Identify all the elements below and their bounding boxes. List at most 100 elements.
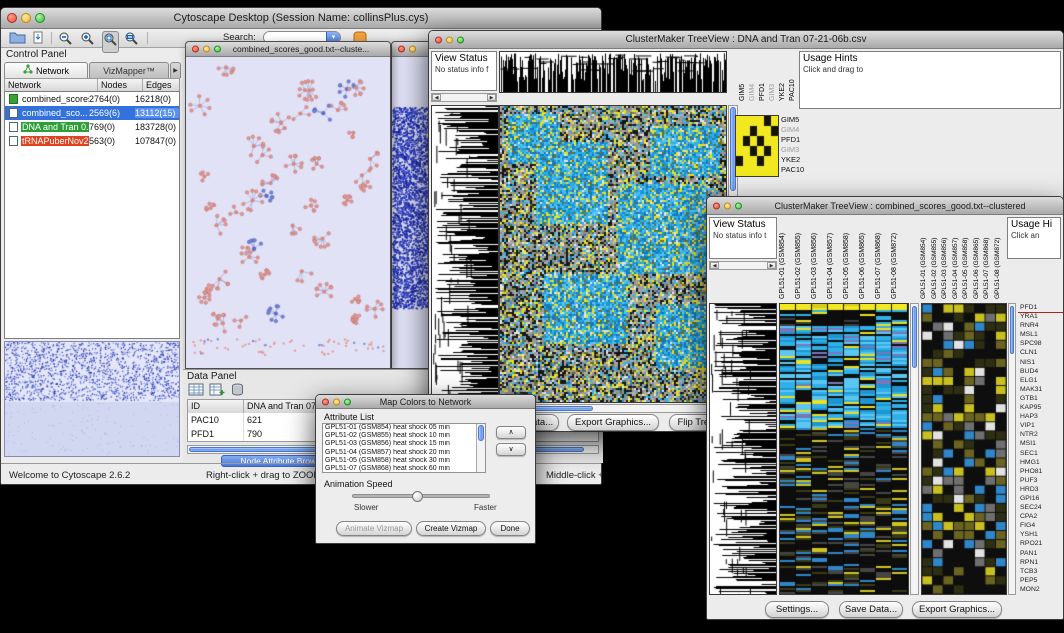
treeview-combined-titlebar[interactable]: ClusterMaker TreeView : combined_scores_… (707, 197, 1063, 215)
minimize-button[interactable] (724, 202, 731, 209)
attribute-listbox[interactable]: GPL51-01 (GSM854) heat shock 05 minGPL51… (322, 423, 486, 473)
gene-name[interactable]: MSI1 (1018, 439, 1063, 448)
gene-name[interactable]: MON2 (1018, 585, 1063, 594)
gene-name[interactable]: RPO21 (1018, 539, 1063, 548)
gene-name[interactable]: NTR2 (1018, 430, 1063, 439)
heatmap-canvas[interactable] (779, 303, 909, 595)
gene-column-label[interactable]: PAC10 (789, 51, 799, 101)
tab-network[interactable]: Network (4, 62, 88, 78)
selected-cluster-heatmap[interactable] (921, 303, 1007, 595)
animate-vizmap-button[interactable]: Animate Vizmap (336, 521, 412, 536)
gene-label[interactable]: PFD1 (781, 135, 821, 145)
array-column-label[interactable]: GPL51-06 (GSM865) (859, 217, 875, 299)
tab-vizmapper[interactable]: VizMapper™ (89, 62, 169, 78)
done-button[interactable]: Done (490, 521, 530, 536)
attribute-list-item[interactable]: GPL51-03 (GSM856) heat shock 15 min (323, 440, 485, 448)
gene-column-label[interactable]: YKE2 (779, 51, 789, 101)
array-column-label[interactable]: GPL51-03 (GSM856) (942, 217, 953, 299)
scroll-left-button[interactable]: ◀ (710, 262, 719, 269)
gene-name[interactable]: PHO81 (1018, 467, 1063, 476)
gene-name[interactable]: BUD4 (1018, 367, 1063, 376)
gene-name[interactable]: TCB3 (1018, 567, 1063, 576)
gene-name[interactable]: GTB1 (1018, 394, 1063, 403)
gene-name[interactable]: MSL1 (1018, 330, 1063, 339)
network-window-titlebar[interactable]: combined_scores_good.txt--cluste... (186, 42, 390, 57)
column-header-id[interactable]: ID (188, 400, 244, 413)
subheatmap-vscrollbar[interactable] (1008, 303, 1016, 595)
gene-name[interactable]: RPN1 (1018, 558, 1063, 567)
array-column-label[interactable]: GPL51-05 (GSM858) (843, 217, 859, 299)
dialog-titlebar[interactable]: Map Colors to Network (316, 395, 535, 409)
gene-name[interactable]: HRD3 (1018, 485, 1063, 494)
array-column-label[interactable]: GPL51-06 (GSM865) (974, 217, 985, 299)
birds-eye-view[interactable] (5, 342, 179, 456)
close-button[interactable] (398, 46, 405, 53)
gene-column-label[interactable]: GIM4 (749, 51, 759, 101)
heatmap-vscrollbar[interactable] (910, 303, 919, 595)
network-list-row[interactable]: combined_scores 2764(0) 16218(0) (5, 92, 179, 106)
array-column-label[interactable]: GPL51-08 (GSM872) (891, 217, 907, 299)
row-dendrogram[interactable] (709, 303, 777, 595)
treeview-dna-titlebar[interactable]: ClusterMaker TreeView : DNA and Tran 07-… (429, 31, 1063, 49)
gene-name[interactable]: CPA2 (1018, 512, 1063, 521)
gene-label[interactable]: GIM5 (781, 115, 821, 125)
array-column-label[interactable]: GPL51-02 (GSM855) (932, 217, 943, 299)
gene-name[interactable]: ELG1 (1018, 376, 1063, 385)
animation-speed-slider[interactable] (352, 494, 490, 498)
zoom-button[interactable] (735, 202, 742, 209)
gene-label[interactable]: YKE2 (781, 155, 821, 165)
gene-name[interactable]: MAK31 (1018, 385, 1063, 394)
network-view-canvas[interactable] (186, 57, 390, 368)
minimize-button[interactable] (409, 46, 416, 53)
gene-name[interactable]: CLN1 (1018, 348, 1063, 357)
array-column-label[interactable]: GPL51-07 (GSM868) (984, 217, 995, 299)
gene-column-label[interactable]: GIM3 (769, 51, 779, 101)
zoom-button[interactable] (457, 36, 464, 43)
column-header-edges[interactable]: Edges (143, 79, 179, 91)
column-header-network[interactable]: Network (5, 79, 98, 91)
tab-overflow-button[interactable]: ▶ (170, 62, 181, 78)
gene-column-label[interactable]: GIM5 (739, 51, 749, 101)
export-graphics-button[interactable]: Export Graphics... (912, 601, 1002, 618)
column-dendrogram[interactable] (499, 51, 727, 93)
array-column-label[interactable]: GPL51-03 (GSM856) (811, 217, 827, 299)
gene-name[interactable]: GPI16 (1018, 494, 1063, 503)
network-list-row[interactable]: tRNAPuberNov2... 563(0) 107847(0) (5, 134, 179, 148)
gene-name[interactable]: YRA1 (1018, 312, 1063, 321)
gene-name[interactable]: SEC1 (1018, 449, 1063, 458)
gene-name[interactable]: VIP1 (1018, 421, 1063, 430)
network-list-row[interactable]: DNA and Tran 0... 769(0) 183728(0) (5, 120, 179, 134)
gene-name[interactable]: PEP5 (1018, 576, 1063, 585)
attribute-list-item[interactable]: GPL51-05 (GSM858) heat shock 30 min (323, 457, 485, 465)
network-list-row[interactable]: combined_sco... 2569(6) 13112(15) (5, 106, 179, 120)
gene-column-label[interactable]: PFD1 (759, 51, 769, 101)
row-dendrogram[interactable] (431, 105, 499, 403)
minimize-button[interactable] (333, 398, 340, 405)
gene-name[interactable]: KAP95 (1018, 403, 1063, 412)
move-down-button[interactable]: ∨ (496, 443, 526, 456)
zoom-button[interactable] (214, 46, 221, 53)
listbox-scrollbar[interactable] (476, 424, 485, 472)
attribute-list-item[interactable]: GPL51-04 (GSM857) heat shock 20 min (323, 449, 485, 457)
settings-button[interactable]: Settings... (765, 601, 829, 618)
open-session-icon[interactable] (9, 31, 26, 49)
array-column-label[interactable]: GPL51-05 (GSM858) (963, 217, 974, 299)
array-column-label[interactable]: GPL51-07 (GSM868) (875, 217, 891, 299)
array-column-label[interactable]: GPL51-01 (GSM854) (779, 217, 795, 299)
gene-name[interactable]: NIS1 (1018, 358, 1063, 367)
attribute-list-item[interactable]: GPL51-07 (GSM868) heat shock 60 min (323, 465, 485, 473)
attribute-list-item[interactable]: GPL51-02 (GSM855) heat shock 10 min (323, 432, 485, 440)
close-button[interactable] (192, 46, 199, 53)
gene-label[interactable]: PAC10 (781, 165, 821, 175)
gene-name[interactable]: HMG1 (1018, 458, 1063, 467)
array-column-label[interactable]: GPL51-04 (GSM857) (827, 217, 843, 299)
gene-name[interactable]: PAN1 (1018, 549, 1063, 558)
gene-name[interactable]: PUF3 (1018, 476, 1063, 485)
array-column-label[interactable]: GPL51-02 (GSM855) (795, 217, 811, 299)
selected-submatrix-heatmap[interactable] (735, 115, 779, 177)
create-vizmap-button[interactable]: Create Vizmap (416, 521, 486, 536)
mini-scrollbar[interactable]: ◀ ▶ (709, 261, 777, 270)
gene-name[interactable]: HAP3 (1018, 412, 1063, 421)
zoom-button[interactable] (35, 13, 45, 23)
zoom-button[interactable] (344, 398, 351, 405)
